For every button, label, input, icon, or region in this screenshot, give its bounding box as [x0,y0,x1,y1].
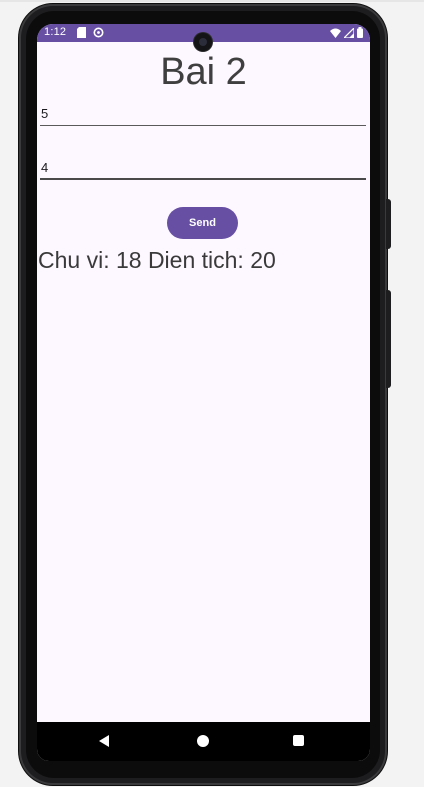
power-button [386,290,391,388]
first-number-field[interactable] [40,104,366,126]
battery-icon [357,27,363,41]
recents-icon[interactable] [293,735,304,746]
home-icon[interactable] [197,735,209,747]
second-number-field[interactable] [40,158,366,180]
window-top-edge [0,0,424,2]
status-bar: 1:12 [37,24,370,51]
data-saver-icon [93,27,104,41]
volume-button [386,199,391,249]
status-right-icons [330,26,363,41]
sd-card-icon [77,27,86,41]
app-screen: 1:12 Bai 2 Send Chu vi: 18 Dien tich: [37,24,370,761]
result-text: Chu vi: 18 Dien tich: 20 [38,247,276,273]
status-time: 1:12 [44,26,67,38]
navigation-bar [37,722,370,761]
status-left-icons [77,27,104,41]
wifi-icon [330,28,341,41]
front-camera [194,33,212,51]
cell-signal-icon [342,26,355,41]
page-title: Bai 2 [160,51,247,93]
back-icon[interactable] [99,735,109,747]
send-button[interactable]: Send [167,207,238,239]
